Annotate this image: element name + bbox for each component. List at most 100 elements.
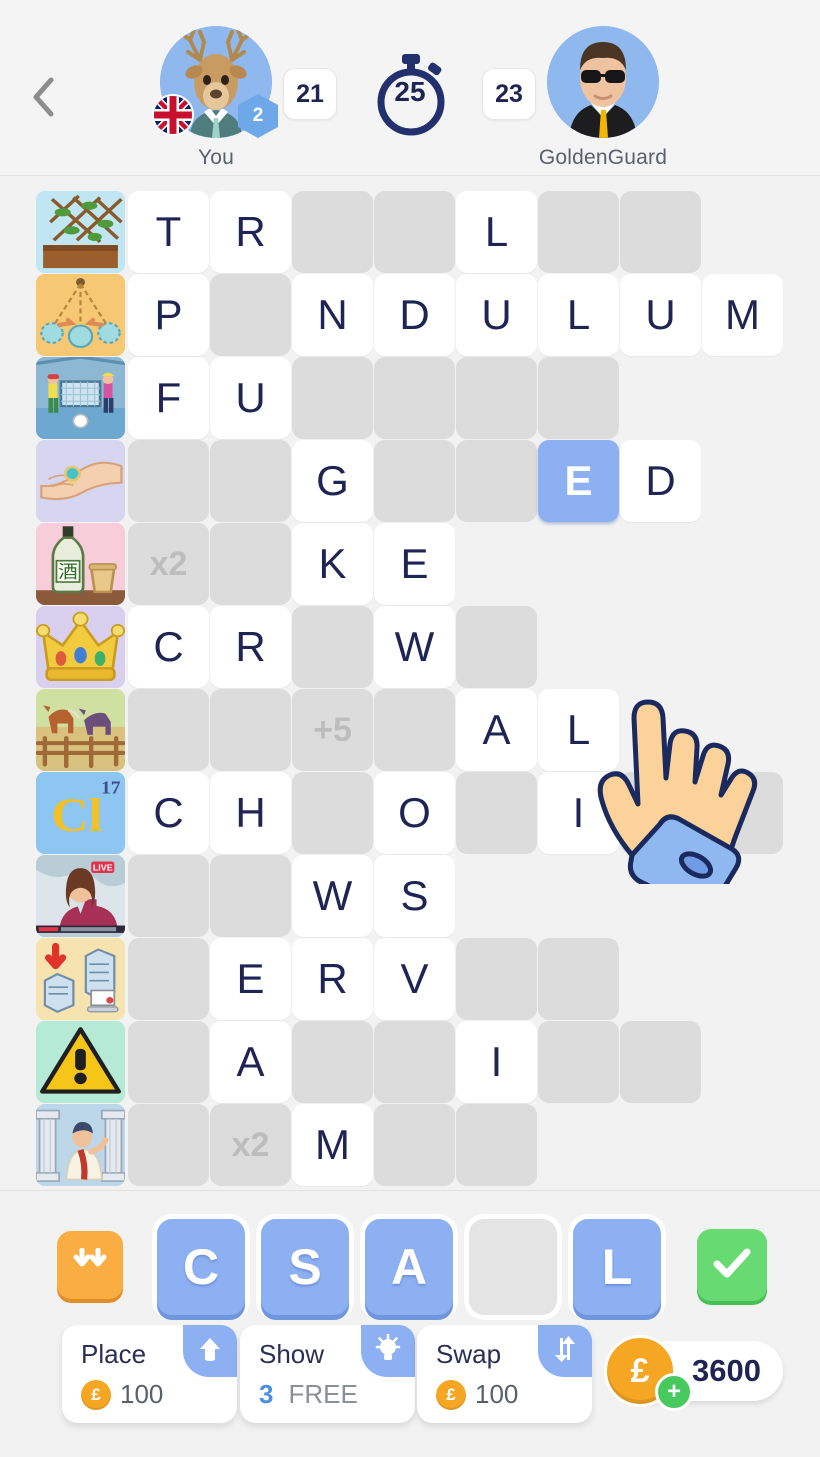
grid-cell[interactable] — [210, 440, 291, 522]
grid-cell[interactable] — [210, 274, 291, 356]
grid-cell[interactable]: I — [538, 772, 619, 854]
hand-ring-icon[interactable] — [36, 440, 125, 522]
grid-cell[interactable] — [374, 440, 455, 522]
grid-cell[interactable] — [210, 855, 291, 937]
grid-cell[interactable] — [620, 191, 701, 273]
grid-cell[interactable] — [292, 1021, 373, 1103]
grid-cell[interactable] — [292, 357, 373, 439]
grid-bonus-cell[interactable]: x2 — [128, 523, 209, 605]
powerup-swap[interactable]: Swap £ 100 — [417, 1325, 592, 1423]
grid-cell[interactable]: G — [292, 440, 373, 522]
grid-cell[interactable]: N — [292, 274, 373, 356]
grid-cell[interactable] — [620, 772, 701, 854]
grid-cell[interactable] — [292, 772, 373, 854]
grid-cell[interactable]: L — [456, 191, 537, 273]
coin-wallet[interactable]: £ + 3600 — [604, 1335, 783, 1411]
grid-cell[interactable]: I — [456, 1021, 537, 1103]
warning-triangle-icon[interactable] — [36, 1021, 125, 1103]
grid-cell[interactable]: D — [374, 274, 455, 356]
grid-cell[interactable]: O — [374, 772, 455, 854]
pendulum-icon[interactable] — [36, 274, 125, 356]
grid-cell[interactable]: L — [538, 689, 619, 771]
grid-cell[interactable] — [210, 689, 291, 771]
grid-cell[interactable]: P — [128, 274, 209, 356]
grid-cell[interactable] — [128, 938, 209, 1020]
grid-cell[interactable]: W — [292, 855, 373, 937]
rack-tile-empty[interactable] — [469, 1219, 557, 1315]
grid-cell[interactable] — [456, 606, 537, 688]
horse-paddock-icon[interactable] — [36, 689, 125, 771]
grid-cell[interactable] — [702, 772, 783, 854]
shuffle-button[interactable] — [57, 1231, 123, 1299]
grid-cell[interactable]: U — [456, 274, 537, 356]
grid-cell[interactable] — [374, 689, 455, 771]
futsal-goal-icon[interactable] — [36, 357, 125, 439]
rack-tile[interactable]: L — [573, 1219, 661, 1315]
grid-cell[interactable] — [128, 1104, 209, 1186]
grid-cell[interactable] — [620, 1021, 701, 1103]
grid-cell[interactable]: R — [210, 191, 291, 273]
player-left[interactable]: 2 You — [131, 26, 301, 170]
grid-cell[interactable] — [374, 1021, 455, 1103]
grid-cell[interactable]: W — [374, 606, 455, 688]
grid-cell[interactable]: U — [620, 274, 701, 356]
grid-cell[interactable]: M — [292, 1104, 373, 1186]
back-button[interactable] — [18, 62, 70, 132]
grid-cell[interactable]: K — [292, 523, 373, 605]
grid-cell[interactable] — [210, 523, 291, 605]
grid-cell[interactable]: E — [210, 938, 291, 1020]
news-anchor-live-icon[interactable]: LIVE — [36, 855, 125, 937]
grid-cell[interactable] — [456, 772, 537, 854]
trellis-plant-icon[interactable] — [36, 191, 125, 273]
grid-cell[interactable] — [456, 357, 537, 439]
grid-cell[interactable]: C — [128, 772, 209, 854]
grid-cell[interactable] — [456, 1104, 537, 1186]
grid-cell[interactable]: A — [210, 1021, 291, 1103]
grid-cell[interactable]: D — [620, 440, 701, 522]
grid-cell[interactable] — [538, 357, 619, 439]
grid-cell[interactable]: S — [374, 855, 455, 937]
grid-cell[interactable] — [128, 689, 209, 771]
grid-bonus-cell[interactable]: x2 — [210, 1104, 291, 1186]
grid-cell[interactable] — [538, 938, 619, 1020]
grid-cell[interactable] — [292, 606, 373, 688]
grid-cell[interactable] — [538, 191, 619, 273]
grid-cell[interactable] — [538, 1021, 619, 1103]
grid-cell[interactable]: F — [128, 357, 209, 439]
grid-cell[interactable] — [128, 1021, 209, 1103]
server-backup-icon[interactable] — [36, 938, 125, 1020]
grid-cell[interactable] — [456, 440, 537, 522]
grid-cell[interactable]: M — [702, 274, 783, 356]
roman-orator-icon[interactable] — [36, 1104, 125, 1186]
crown-icon[interactable] — [36, 606, 125, 688]
grid-cell[interactable] — [374, 191, 455, 273]
grid-cell[interactable]: V — [374, 938, 455, 1020]
grid-cell[interactable] — [128, 855, 209, 937]
grid-cell[interactable]: R — [210, 606, 291, 688]
submit-button[interactable] — [697, 1229, 767, 1301]
powerup-place[interactable]: Place £ 100 — [62, 1325, 237, 1423]
grid-cell[interactable]: U — [210, 357, 291, 439]
grid-cell[interactable]: E — [374, 523, 455, 605]
grid-cell[interactable] — [456, 938, 537, 1020]
grid-cell[interactable]: A — [456, 689, 537, 771]
player-right[interactable]: GoldenGuard — [518, 26, 688, 170]
rack-tile[interactable]: A — [365, 1219, 453, 1315]
rack-tile[interactable]: C — [157, 1219, 245, 1315]
chlorine-element-icon[interactable]: Cl 17 — [36, 772, 125, 854]
grid-cell[interactable]: R — [292, 938, 373, 1020]
grid-cell[interactable]: C — [128, 606, 209, 688]
grid-cell-selected[interactable]: E — [538, 440, 619, 522]
grid-cell[interactable] — [374, 357, 455, 439]
grid-cell[interactable] — [292, 191, 373, 273]
grid-cell[interactable]: H — [210, 772, 291, 854]
sake-bottle-icon[interactable]: 酒 — [36, 523, 125, 605]
powerup-show[interactable]: Show 3 FREE — [240, 1325, 415, 1423]
grid-cell[interactable]: T — [128, 191, 209, 273]
rack-tile[interactable]: S — [261, 1219, 349, 1315]
grid-bonus-cell[interactable]: +5 — [292, 689, 373, 771]
grid-cell[interactable] — [374, 1104, 455, 1186]
plus-icon[interactable]: + — [655, 1373, 693, 1411]
grid-cell[interactable]: L — [538, 274, 619, 356]
grid-cell[interactable] — [128, 440, 209, 522]
